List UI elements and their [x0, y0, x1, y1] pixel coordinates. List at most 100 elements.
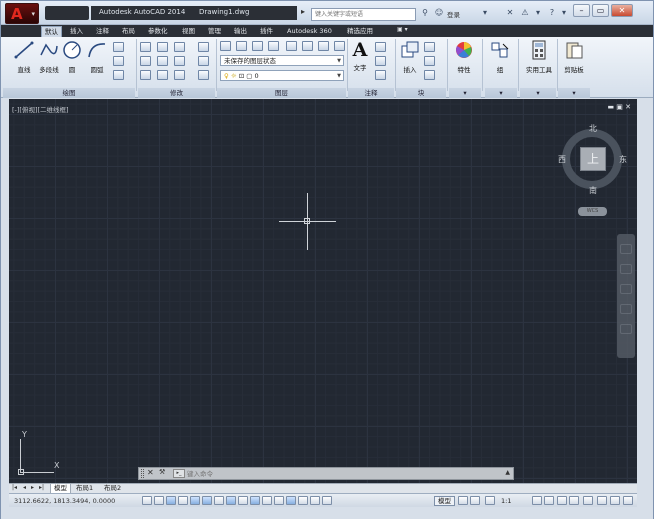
status-menu-icon[interactable] — [610, 496, 620, 505]
annotation-scale-value[interactable]: 1:1 — [501, 497, 511, 505]
auto-scale-icon[interactable] — [544, 496, 554, 505]
chevron-down-icon[interactable]: ▾ — [558, 7, 570, 19]
more-icon[interactable]: ▸ — [301, 7, 311, 19]
close-icon[interactable]: ✕ — [147, 468, 154, 477]
rotate-icon[interactable] — [157, 42, 168, 52]
create-block-icon[interactable] — [424, 42, 435, 52]
annotation-scale-icon[interactable] — [485, 496, 495, 505]
utilities-panel-title[interactable]: ▾ — [520, 88, 556, 98]
block-panel-title[interactable]: 块 — [396, 88, 446, 98]
object-snap-tracking-icon[interactable] — [226, 496, 236, 505]
clean-screen-icon[interactable] — [623, 496, 633, 505]
grid-display-icon[interactable] — [166, 496, 176, 505]
array-icon[interactable] — [174, 70, 185, 80]
layer-state-dropdown[interactable]: 未保存的图层状态 ▼ — [220, 55, 344, 66]
login-link[interactable]: 登录 — [447, 9, 460, 19]
tab-manage[interactable]: 管理 — [205, 26, 224, 37]
tab-default[interactable]: 默认 — [41, 26, 62, 37]
edit-block-icon[interactable] — [424, 56, 435, 66]
isolate-objects-icon[interactable] — [597, 496, 607, 505]
quick-view-layouts-icon[interactable] — [458, 496, 468, 505]
object-snap-icon[interactable] — [202, 496, 212, 505]
layer-match-icon[interactable] — [286, 41, 297, 51]
maximize-button[interactable]: ▭ — [592, 4, 609, 17]
wcs-menu-button[interactable]: WCS — [578, 207, 607, 216]
viewport-controls-label[interactable]: [-][俯视][二维线框] — [12, 104, 69, 114]
groups-button[interactable]: 组 — [487, 40, 513, 74]
copy-icon[interactable] — [140, 56, 151, 66]
command-prompt-icon[interactable]: ▸_ — [173, 469, 185, 478]
properties-button[interactable]: 特性 — [451, 40, 477, 74]
chevron-up-icon[interactable]: ▲ — [505, 469, 510, 476]
steering-wheel-icon[interactable] — [620, 244, 632, 254]
layer-unisolate-icon[interactable] — [318, 41, 329, 51]
ucs-icon[interactable] — [322, 496, 332, 505]
utilities-button[interactable]: 实用工具 — [522, 40, 556, 74]
infer-constraints-icon[interactable] — [142, 496, 152, 505]
drag-handle[interactable] — [141, 469, 144, 478]
command-input[interactable] — [187, 468, 487, 479]
quick-view-drawings-icon[interactable] — [470, 496, 480, 505]
first-tab-icon[interactable]: |◂ — [12, 484, 17, 491]
layer-off-icon[interactable] — [268, 41, 279, 51]
tab-layout[interactable]: 布局 — [119, 26, 138, 37]
clipboard-panel-title[interactable]: ▾ — [558, 88, 590, 98]
draw-panel-title[interactable]: 绘图 — [3, 88, 135, 98]
properties-panel-title[interactable]: ▾ — [449, 88, 481, 98]
stretch-icon[interactable] — [140, 70, 151, 80]
compass-south-label[interactable]: 南 — [589, 185, 597, 196]
hatch-icon[interactable] — [113, 70, 124, 80]
tab-autodesk-360[interactable]: Autodesk 360 — [284, 26, 335, 37]
quick-access-toolbar[interactable] — [45, 6, 89, 20]
quick-properties-icon[interactable] — [286, 496, 296, 505]
trim-icon[interactable] — [174, 42, 185, 52]
user-icon[interactable]: ☺ — [433, 7, 445, 19]
drawing-canvas[interactable]: [-][俯视][二维线框] ▬ ▣ ✕ 上 北 南 东 西 WCS Y X ✕ … — [9, 99, 637, 483]
annotation-monitor-icon[interactable] — [310, 496, 320, 505]
leader-icon[interactable] — [375, 56, 386, 66]
groups-panel-title[interactable]: ▾ — [485, 88, 517, 98]
block-attribute-icon[interactable] — [424, 70, 435, 80]
erase-icon[interactable] — [198, 42, 209, 52]
3d-object-snap-icon[interactable] — [214, 496, 224, 505]
tab-view[interactable]: 视图 — [179, 26, 198, 37]
tab-parametric[interactable]: 参数化 — [145, 26, 171, 37]
dynamic-ucs-icon[interactable] — [238, 496, 248, 505]
cursor-coordinates[interactable]: 3112.6622, 1813.3494, 0.0000 — [14, 497, 115, 505]
layer-isolate-icon[interactable] — [236, 41, 247, 51]
layer-previous-icon[interactable] — [302, 41, 313, 51]
exchange-icon[interactable]: ✕ — [504, 7, 516, 19]
tab-plugins[interactable]: 插件 — [257, 26, 276, 37]
compass-west-label[interactable]: 西 — [558, 154, 566, 165]
minimize-button[interactable]: – — [573, 4, 590, 17]
workspace-switch-icon[interactable] — [557, 496, 567, 505]
layer-dropdown[interactable]: ♀ ☼ ⊡ ▢ 0 ▼ — [220, 70, 344, 81]
close-button[interactable]: ✕ — [611, 4, 633, 17]
ellipse-icon[interactable] — [113, 56, 124, 66]
offset-icon[interactable] — [198, 70, 209, 80]
orbit-icon[interactable] — [620, 304, 632, 314]
video-icon[interactable]: ▣ ▾ — [397, 26, 413, 36]
table-icon[interactable] — [375, 70, 386, 80]
modify-panel-title[interactable]: 修改 — [138, 88, 215, 98]
transparency-icon[interactable] — [274, 496, 284, 505]
annotation-visibility-icon[interactable] — [532, 496, 542, 505]
mirror-icon[interactable] — [157, 56, 168, 66]
viewcube-top-face[interactable]: 上 — [580, 147, 606, 171]
customize-icon[interactable]: ⚒ — [159, 468, 165, 476]
showmotion-icon[interactable] — [620, 324, 632, 334]
clipboard-button[interactable]: 剪贴板 — [560, 40, 588, 74]
lineweight-icon[interactable] — [262, 496, 272, 505]
search-input[interactable] — [311, 8, 416, 21]
layers-panel-title[interactable]: 图层 — [217, 88, 346, 98]
pan-icon[interactable] — [620, 264, 632, 274]
text-button[interactable]: A 文字 — [350, 40, 370, 72]
layer-lock-icon[interactable] — [334, 41, 345, 51]
zoom-icon[interactable] — [620, 284, 632, 294]
polyline-button[interactable]: 多段线 — [37, 40, 61, 74]
chevron-down-icon[interactable]: ▾ — [532, 7, 544, 19]
rectangle-icon[interactable] — [113, 42, 124, 52]
insert-block-button[interactable]: 插入 — [398, 40, 422, 74]
binoculars-icon[interactable]: ⚲ — [419, 7, 431, 19]
compass-north-label[interactable]: 北 — [589, 123, 597, 134]
